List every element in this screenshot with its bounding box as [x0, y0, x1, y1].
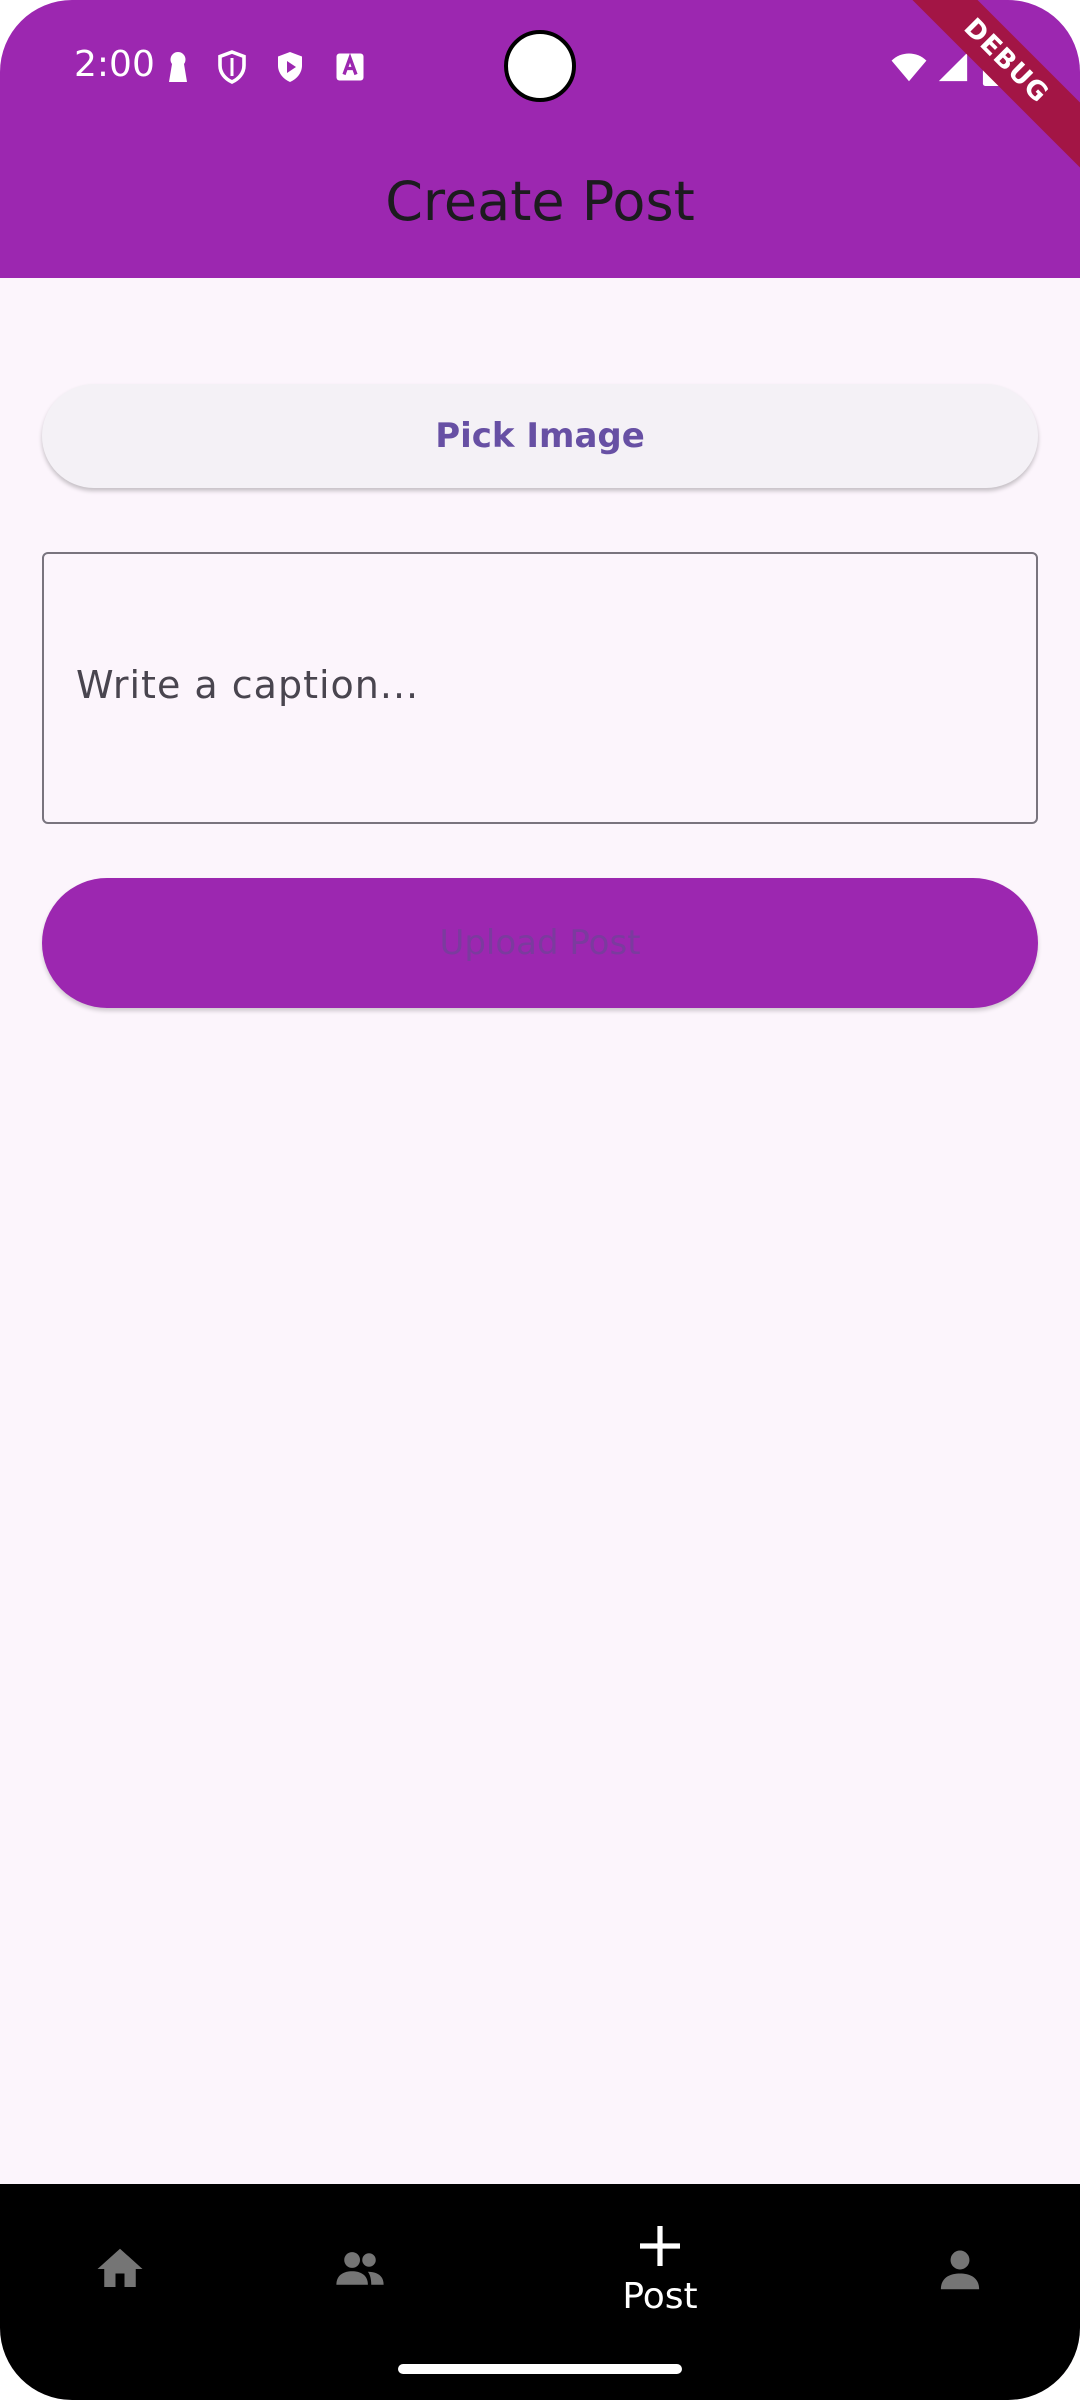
signal-icon: [938, 52, 968, 82]
people-icon: [336, 2252, 384, 2285]
upload-post-button[interactable]: Upload Post: [42, 878, 1038, 1008]
nav-item-home[interactable]: [0, 2184, 240, 2354]
keyhole-icon: [169, 52, 187, 82]
text-a-icon: [336, 53, 364, 81]
nav-item-friends[interactable]: [240, 2184, 480, 2354]
home-indicator[interactable]: [398, 2364, 682, 2374]
page-title: Create Post: [385, 170, 695, 233]
camera-cutout: [504, 30, 576, 102]
wifi-icon: [891, 53, 927, 82]
person-icon: [940, 2250, 980, 2290]
nav-item-post[interactable]: Post: [540, 2184, 780, 2354]
add-icon: [640, 2225, 680, 2266]
status-time: 2:00: [74, 44, 155, 85]
shield-outline-icon: [218, 50, 246, 84]
pick-image-button[interactable]: Pick Image: [42, 384, 1038, 488]
caption-field[interactable]: [42, 552, 1038, 824]
screen: 2:00 DEBUG Create Post Pick Image Write …: [0, 0, 1080, 2400]
shield-play-icon: [278, 52, 302, 82]
nav-label-post: Post: [622, 2275, 698, 2317]
app-bar: 2:00 DEBUG Create Post: [0, 0, 1080, 278]
status-bar: 2:00 DEBUG: [0, 0, 1080, 184]
debug-banner: DEBUG: [883, 0, 1080, 184]
nav-item-profile[interactable]: [840, 2184, 1080, 2354]
caption-input[interactable]: [74, 654, 1008, 716]
home-icon: [97, 2248, 143, 2287]
